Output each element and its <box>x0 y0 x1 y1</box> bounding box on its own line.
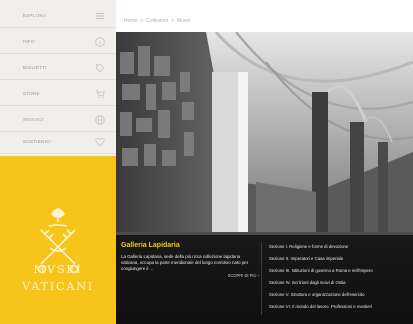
brand-panel[interactable]: MVSEI VATICANI <box>0 156 116 324</box>
hero-gallery: Galleria Lapidaria La Galleria Lapidaria… <box>116 32 413 324</box>
heart-icon <box>94 136 106 148</box>
sidebar-nav: ESPLORA INFO BIGLIETTI STORE SEGUICI SOS… <box>0 0 116 156</box>
cart-icon <box>94 88 106 100</box>
sidebar-item-label: SEGUICI <box>23 117 44 122</box>
breadcrumb-separator: > <box>170 18 174 24</box>
sidebar-item-label: ESPLORA <box>23 13 47 18</box>
section-link[interactable]: Sezione V. Struttura e organizzazione de… <box>269 290 412 300</box>
sidebar-item-sostienici[interactable]: SOSTIENICI <box>0 130 116 154</box>
section-link[interactable]: Sezione IV. Iscrizioni dagli scavi di Os… <box>269 278 412 288</box>
section-link[interactable]: Sezione II. Imperatori e Casa imperiale <box>269 254 412 264</box>
breadcrumb-current: Musei <box>176 18 191 24</box>
breadcrumb: Home > Collezioni > Musei <box>124 18 190 24</box>
sidebar-item-label: INFO <box>23 39 35 44</box>
info-icon <box>94 36 106 48</box>
sidebar-item-info[interactable]: INFO <box>0 30 116 54</box>
sidebar-item-label: STORE <box>23 91 40 96</box>
breadcrumb-collezioni[interactable]: Collezioni <box>146 18 168 24</box>
sidebar-item-esplora[interactable]: ESPLORA <box>0 4 116 28</box>
gallery-info-panel: Galleria Lapidaria La Galleria Lapidaria… <box>116 235 413 324</box>
menu-icon <box>94 10 106 22</box>
section-link[interactable]: Sezione I. Religione e forme di devozion… <box>269 242 412 252</box>
sidebar-item-label: SOSTIENICI <box>23 139 52 144</box>
section-link[interactable]: Sezione III. Istituzioni di governo a Ro… <box>269 266 412 276</box>
globe-icon <box>94 114 106 126</box>
breadcrumb-home[interactable]: Home <box>124 18 137 24</box>
section-link[interactable]: Sezione VI. Il mondo del lavoro. Profess… <box>269 302 412 312</box>
brand-name-line1: MVSEI <box>33 262 83 276</box>
sidebar-item-store[interactable]: STORE <box>0 82 116 106</box>
sidebar-item-biglietti[interactable]: BIGLIETTI <box>0 56 116 80</box>
sidebar-item-seguici[interactable]: SEGUICI <box>0 108 116 132</box>
info-divider <box>261 243 262 315</box>
gallery-description: La Galleria Lapidaria, sede della più ri… <box>121 254 249 271</box>
ticket-icon <box>94 62 106 74</box>
read-more-link[interactable]: SCOPRI DI PIÙ › <box>228 273 259 278</box>
breadcrumb-separator: > <box>140 18 144 24</box>
sidebar-item-label: BIGLIETTI <box>23 65 47 70</box>
gallery-title[interactable]: Galleria Lapidaria <box>121 242 180 249</box>
brand-name-line2: VATICANI <box>22 279 94 293</box>
top-bar: Home > Collezioni > Musei <box>116 0 413 32</box>
sidebar: ESPLORA INFO BIGLIETTI STORE SEGUICI SOS… <box>0 0 116 324</box>
